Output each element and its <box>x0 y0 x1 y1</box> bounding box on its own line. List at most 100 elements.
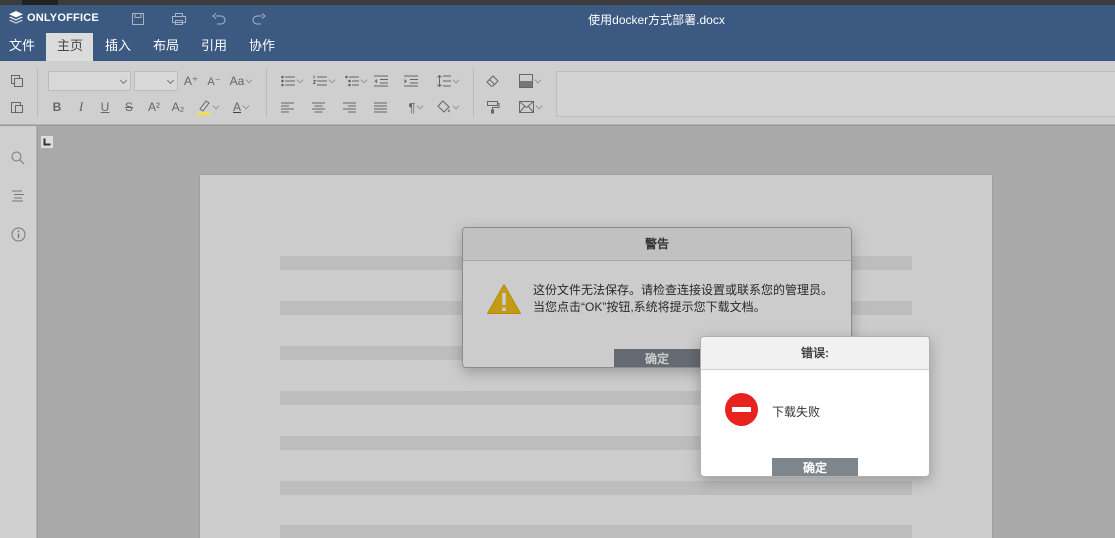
paint-bucket-icon <box>437 100 450 113</box>
numbered-list-icon <box>313 75 327 86</box>
color-scheme-icon <box>519 74 533 88</box>
font-color-button[interactable]: A <box>227 97 255 117</box>
italic-button[interactable]: I <box>73 97 89 117</box>
chevron-down-icon <box>452 102 460 110</box>
search-icon[interactable] <box>8 148 28 168</box>
paragraph-mark-label: ¶ <box>408 99 416 115</box>
document-title: 使用docker方式部署.docx <box>588 13 725 27</box>
increase-indent-button[interactable] <box>402 71 420 91</box>
chevron-down-icon <box>534 76 542 84</box>
chevron-down-icon <box>212 102 220 110</box>
chevron-down-icon <box>360 76 368 84</box>
bullet-list-icon <box>281 75 295 87</box>
chevron-down-icon <box>242 102 250 110</box>
align-right-button[interactable] <box>341 97 357 117</box>
multilevel-list-icon <box>345 75 359 87</box>
chevron-down-icon <box>535 102 542 110</box>
align-right-icon <box>342 102 356 112</box>
paste-icon[interactable] <box>8 97 26 117</box>
copy-icon[interactable] <box>8 71 26 91</box>
bullet-list-button[interactable] <box>278 71 306 91</box>
bold-button[interactable]: B <box>49 97 65 117</box>
ribbon-tab-bar: 文件 主页 插入 布局 引用 协作 <box>0 33 1115 61</box>
error-ok-button[interactable]: 确定 <box>772 458 858 476</box>
highlight-color-button[interactable] <box>194 97 222 117</box>
tab-references[interactable]: 引用 <box>193 33 235 61</box>
change-case-button[interactable]: Aa <box>226 71 256 91</box>
highlighter-icon <box>198 100 210 115</box>
paragraph-marks-button[interactable]: ¶ <box>402 97 430 117</box>
copy-style-button[interactable] <box>484 97 502 117</box>
chevron-down-icon <box>452 76 460 84</box>
font-size-combo[interactable] <box>134 71 178 91</box>
change-case-label: Aa <box>229 74 245 88</box>
tab-collaboration[interactable]: 协作 <box>241 33 283 61</box>
separator <box>37 69 38 117</box>
error-message: 下载失败 <box>772 405 821 419</box>
underline-button[interactable]: U <box>97 97 113 117</box>
bold-label: B <box>52 100 62 114</box>
text-line-placeholder <box>280 525 912 538</box>
toolbar: A⁺ A⁻ Aa B I U S A² A₂ A ¶ <box>0 61 1115 125</box>
format-painter-icon <box>487 101 500 114</box>
tab-home[interactable]: 主页 <box>46 33 93 61</box>
warning-ok-button[interactable]: 确定 <box>614 349 700 367</box>
eraser-icon <box>486 75 499 87</box>
increase-font-button[interactable]: A⁺ <box>182 71 200 91</box>
font-name-combo[interactable] <box>48 71 131 91</box>
info-icon[interactable] <box>8 224 28 244</box>
increase-indent-icon <box>404 75 418 87</box>
left-panel <box>0 126 37 538</box>
chevron-down-icon <box>245 76 253 84</box>
justify-icon <box>373 102 387 112</box>
warning-dialog-title: 警告 <box>463 228 851 261</box>
clear-style-button[interactable] <box>484 71 502 91</box>
warning-message-line2: 当您点击“OK”按钮,系统将提示您下载文档。 <box>533 300 766 314</box>
align-center-button[interactable] <box>310 97 326 117</box>
superscript-label: A² <box>148 100 160 114</box>
tab-stop-selector[interactable] <box>40 135 54 149</box>
chevron-down-icon <box>296 76 304 84</box>
line-spacing-button[interactable] <box>434 71 462 91</box>
navigation-icon[interactable] <box>8 186 28 206</box>
warning-message: 这份文件无法保存。请检查连接设置或联系您的管理员。 当您点击“OK”按钮,系统将… <box>533 282 833 316</box>
font-color-label: A <box>232 100 241 114</box>
styles-gallery[interactable] <box>556 71 1115 117</box>
error-dialog-title: 错误: <box>701 337 929 370</box>
separator <box>266 69 267 117</box>
align-center-icon <box>311 102 325 112</box>
warning-message-line1: 这份文件无法保存。请检查连接设置或联系您的管理员。 <box>533 283 834 297</box>
tab-insert[interactable]: 插入 <box>97 33 139 61</box>
superscript-button[interactable]: A² <box>145 97 163 117</box>
mail-merge-button[interactable] <box>515 97 545 117</box>
subscript-label: A₂ <box>171 100 185 114</box>
chevron-down-icon <box>328 76 336 84</box>
shading-button[interactable] <box>434 97 462 117</box>
text-line-placeholder <box>280 481 912 495</box>
tab-stop-left-icon <box>43 138 51 146</box>
title-bar: ONLYOFFICE 使用docker方式部署.docx <box>0 5 1115 33</box>
subscript-button[interactable]: A₂ <box>169 97 187 117</box>
multilevel-list-button[interactable] <box>342 71 370 91</box>
decrease-font-label: A⁻ <box>207 75 221 88</box>
strikethrough-label: S <box>124 100 133 114</box>
align-left-icon <box>280 102 294 112</box>
envelope-icon <box>518 101 534 113</box>
decrease-indent-button[interactable] <box>372 71 390 91</box>
strikethrough-button[interactable]: S <box>121 97 137 117</box>
justify-button[interactable] <box>372 97 388 117</box>
tab-layout[interactable]: 布局 <box>145 33 187 61</box>
line-spacing-icon <box>437 75 451 87</box>
tab-file[interactable]: 文件 <box>1 33 43 61</box>
align-left-button[interactable] <box>279 97 295 117</box>
warning-icon <box>486 283 522 318</box>
error-icon <box>725 393 758 426</box>
color-scheme-button[interactable] <box>515 71 545 91</box>
decrease-indent-icon <box>374 75 388 87</box>
numbered-list-button[interactable] <box>310 71 338 91</box>
increase-font-label: A⁺ <box>183 74 199 88</box>
decrease-font-button[interactable]: A⁻ <box>205 71 223 91</box>
italic-label: I <box>78 99 84 114</box>
chevron-down-icon <box>417 102 424 110</box>
separator <box>473 69 474 117</box>
